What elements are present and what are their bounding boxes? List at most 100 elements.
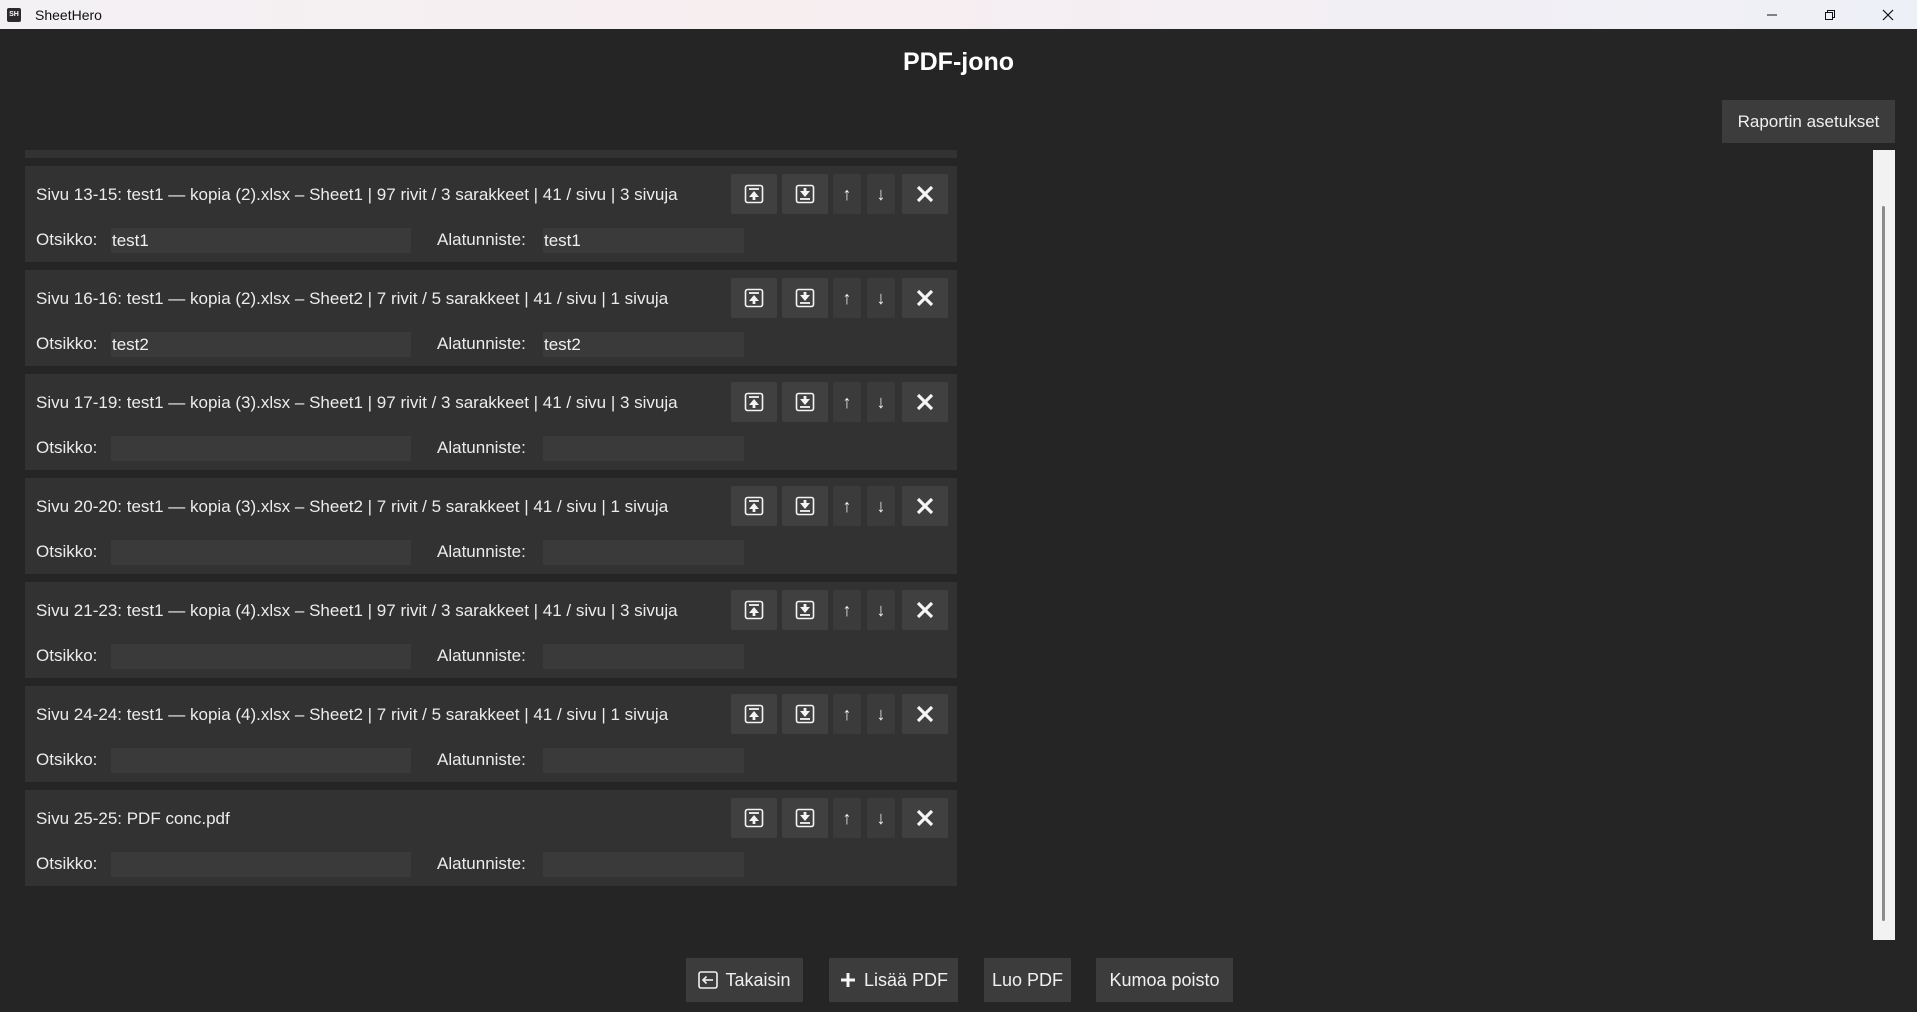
minimize-icon — [1767, 14, 1777, 15]
undo-delete-button[interactable]: Kumoa poisto — [1096, 958, 1233, 1002]
add-pdf-button[interactable]: Lisää PDF — [829, 958, 958, 1002]
move-to-top-button[interactable] — [731, 798, 777, 838]
move-down-button[interactable]: ↓ — [867, 798, 895, 838]
move-up-button[interactable]: ↑ — [833, 798, 861, 838]
queue-item-title: Sivu 16-16: test1 — kopia (2).xlsx – She… — [36, 289, 669, 308]
footer-input[interactable] — [543, 748, 744, 773]
move-to-bottom-button[interactable] — [782, 486, 828, 526]
title-field-label: Otsikko: — [36, 542, 98, 561]
title-input[interactable] — [111, 644, 411, 669]
move-to-top-icon — [744, 184, 764, 204]
title-input[interactable] — [111, 332, 411, 357]
delete-icon — [915, 496, 935, 516]
move-up-button[interactable]: ↑ — [833, 694, 861, 734]
queue-item-actions: ↑ ↓ — [731, 278, 948, 318]
title-input[interactable] — [111, 852, 411, 877]
move-down-button[interactable]: ↓ — [867, 590, 895, 630]
move-to-bottom-icon — [795, 288, 815, 308]
move-to-bottom-icon — [795, 600, 815, 620]
move-to-bottom-button[interactable] — [782, 278, 828, 318]
move-to-bottom-button[interactable] — [782, 382, 828, 422]
arrow-up-icon: ↑ — [842, 287, 852, 308]
move-to-bottom-icon — [795, 496, 815, 516]
delete-icon — [915, 184, 935, 204]
report-settings-button[interactable]: Raportin asetukset — [1722, 100, 1895, 143]
delete-item-button[interactable] — [902, 174, 948, 214]
title-input[interactable] — [111, 228, 411, 253]
footer-input[interactable] — [543, 540, 744, 565]
delete-item-button[interactable] — [902, 694, 948, 734]
queue-item-actions: ↑ ↓ — [731, 382, 948, 422]
back-button[interactable]: Takaisin — [686, 958, 803, 1002]
queue-item-title: Sivu 13-15: test1 — kopia (2).xlsx – She… — [36, 185, 678, 204]
queue-item-title: Sivu 25-25: PDF conc.pdf — [36, 809, 230, 828]
delete-icon — [915, 600, 935, 620]
move-to-bottom-button[interactable] — [782, 590, 828, 630]
move-down-button[interactable]: ↓ — [867, 694, 895, 734]
footer-field-label: Alatunniste: — [437, 230, 526, 249]
arrow-down-icon: ↓ — [876, 495, 886, 516]
queue-item-actions: ↑ ↓ — [731, 486, 948, 526]
queue-item-actions: ↑ ↓ — [731, 694, 948, 734]
move-to-bottom-icon — [795, 392, 815, 412]
queue-item: Sivu 20-20: test1 — kopia (3).xlsx – She… — [25, 478, 957, 574]
move-to-top-icon — [744, 704, 764, 724]
page-title: PDF-jono — [902, 48, 1015, 76]
move-to-top-button[interactable] — [731, 174, 777, 214]
queue-item-actions: ↑ ↓ — [731, 590, 948, 630]
queue-scroll-area[interactable]: Sivu 10-12: test1 — kopia (1).xlsx – She… — [0, 150, 1900, 940]
move-up-button[interactable]: ↑ — [833, 486, 861, 526]
close-window-button[interactable] — [1859, 0, 1917, 29]
restore-button[interactable] — [1801, 0, 1859, 29]
move-down-button[interactable]: ↓ — [867, 174, 895, 214]
scrollbar-thumb[interactable] — [1882, 206, 1885, 921]
vertical-scrollbar[interactable] — [1873, 150, 1895, 940]
arrow-up-icon: ↑ — [842, 599, 852, 620]
move-to-bottom-button[interactable] — [782, 694, 828, 734]
footer-field-label: Alatunniste: — [437, 334, 526, 353]
arrow-up-icon: ↑ — [842, 183, 852, 204]
move-down-button[interactable]: ↓ — [867, 278, 895, 318]
footer-input[interactable] — [543, 228, 744, 253]
title-input[interactable] — [111, 748, 411, 773]
queue-item-title: Sivu 17-19: test1 — kopia (3).xlsx – She… — [36, 393, 678, 412]
move-down-button[interactable]: ↓ — [867, 486, 895, 526]
delete-item-button[interactable] — [902, 590, 948, 630]
delete-item-button[interactable] — [902, 798, 948, 838]
footer-field-label: Alatunniste: — [437, 542, 526, 561]
delete-icon — [915, 392, 935, 412]
move-to-bottom-button[interactable] — [782, 798, 828, 838]
queue-item-title: Sivu 24-24: test1 — kopia (4).xlsx – She… — [36, 705, 669, 724]
move-down-button[interactable]: ↓ — [867, 382, 895, 422]
move-to-top-button[interactable] — [731, 382, 777, 422]
title-input[interactable] — [111, 540, 411, 565]
delete-item-button[interactable] — [902, 486, 948, 526]
delete-item-button[interactable] — [902, 278, 948, 318]
move-up-button[interactable]: ↑ — [833, 382, 861, 422]
footer-input[interactable] — [543, 644, 744, 669]
move-to-top-button[interactable] — [731, 486, 777, 526]
create-pdf-button[interactable]: Luo PDF — [984, 958, 1071, 1002]
arrow-up-icon: ↑ — [842, 391, 852, 412]
delete-item-button[interactable] — [902, 382, 948, 422]
move-to-top-icon — [744, 600, 764, 620]
move-up-button[interactable]: ↑ — [833, 174, 861, 214]
title-input[interactable] — [111, 436, 411, 461]
move-to-top-button[interactable] — [731, 694, 777, 734]
move-up-button[interactable]: ↑ — [833, 278, 861, 318]
move-to-top-button[interactable] — [731, 590, 777, 630]
move-to-top-button[interactable] — [731, 278, 777, 318]
footer-input[interactable] — [543, 436, 744, 461]
queue-item: Sivu 13-15: test1 — kopia (2).xlsx – She… — [25, 166, 957, 262]
window-controls — [1743, 0, 1917, 29]
footer-field-label: Alatunniste: — [437, 438, 526, 457]
move-up-button[interactable]: ↑ — [833, 590, 861, 630]
window-titlebar: SH SheetHero — [0, 0, 1917, 29]
footer-input[interactable] — [543, 852, 744, 877]
minimize-button[interactable] — [1743, 0, 1801, 29]
move-to-bottom-button[interactable] — [782, 174, 828, 214]
delete-icon — [915, 808, 935, 828]
move-to-top-icon — [744, 288, 764, 308]
footer-input[interactable] — [543, 332, 744, 357]
footer-field-label: Alatunniste: — [437, 646, 526, 665]
